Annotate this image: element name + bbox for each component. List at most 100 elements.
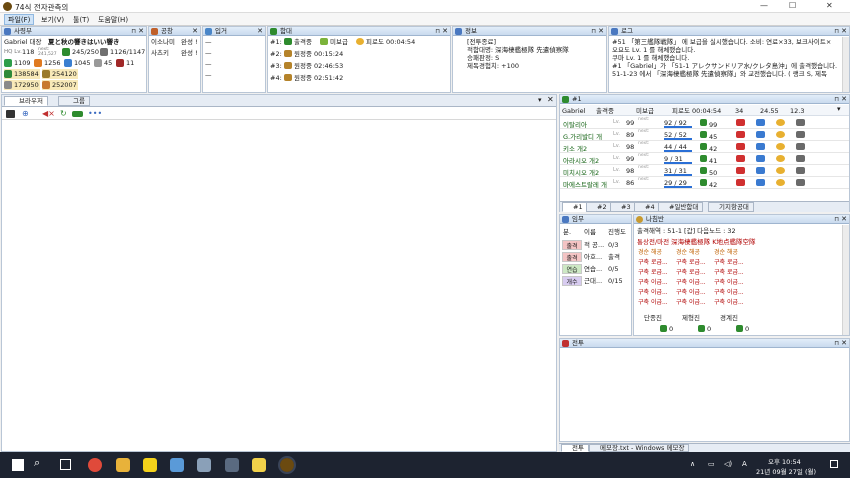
game-app-icon[interactable] [197, 458, 211, 472]
equip-slot-icon[interactable] [736, 119, 745, 126]
fleet-tab-3[interactable]: #3 [610, 202, 636, 212]
menu-view[interactable]: 보기(V) [38, 15, 67, 25]
notepad-icon[interactable] [170, 458, 184, 472]
sticky-notes-icon[interactable] [252, 458, 266, 472]
close-icon[interactable]: ✕ [442, 27, 448, 36]
factory-panel: 공창 ✕ 이소나미 완성 ! 사츠키 완성 ! [148, 26, 201, 93]
clock-date[interactable]: 21년 09월 27일 (월) [756, 466, 816, 476]
menu-file[interactable]: 파일(F) [4, 14, 35, 25]
close-icon[interactable]: ✕ [598, 27, 604, 36]
zoom-icon[interactable]: ⊕ [22, 109, 29, 118]
more-icon[interactable]: ••• [88, 109, 102, 118]
equip-slot-icon[interactable] [756, 179, 765, 186]
equip-slot-icon[interactable] [736, 131, 745, 138]
minimize-button[interactable]: — [760, 1, 768, 10]
pin-icon[interactable]: ⊓ [591, 27, 596, 36]
equip-slot-icon[interactable] [796, 167, 805, 174]
equip-slot-icon[interactable] [756, 155, 765, 162]
screenshot-icon[interactable] [6, 110, 15, 118]
pin-icon[interactable]: ⊓ [131, 27, 136, 36]
fleet-tab-2[interactable]: #2 [586, 202, 612, 212]
close-icon[interactable]: ✕ [257, 27, 263, 36]
quest-icon [562, 216, 569, 223]
quest-name[interactable]: 아호... [584, 253, 602, 261]
enemy-ship-name: 구축 이급... [676, 279, 706, 286]
pin-icon[interactable]: ⊓ [834, 215, 839, 224]
close-icon[interactable]: ✕ [841, 27, 847, 36]
quest-name[interactable]: 근대... [584, 277, 602, 285]
pin-icon[interactable]: ⊓ [834, 95, 839, 104]
menu-help[interactable]: 도움말(H) [95, 15, 131, 25]
mute-icon[interactable]: ◀× [42, 109, 55, 118]
equip-slot-icon[interactable] [756, 167, 765, 174]
equip-slot-icon[interactable] [776, 119, 785, 126]
close-icon[interactable]: ✕ [841, 95, 847, 104]
equip-slot-icon[interactable] [756, 143, 765, 150]
equip-slot-icon[interactable] [796, 143, 805, 150]
equip-slot-icon[interactable] [736, 179, 745, 186]
refresh-icon[interactable]: ↻ [60, 109, 67, 118]
fleet-detail-panel: #1 ⊓ ✕ Gabriel 출격중 미보급 피로도 00:04:54 34 2… [559, 94, 850, 212]
quest-name[interactable]: 연습... [584, 265, 602, 273]
ime-icon[interactable]: A [742, 460, 747, 468]
tab-battle[interactable]: 전투 [561, 444, 589, 452]
log-scrollbar[interactable] [842, 37, 849, 92]
quest-name[interactable]: 적 공... [584, 241, 604, 249]
clock-time[interactable]: 오후 10:54 [768, 456, 801, 466]
tab-group[interactable]: 그룹 [58, 96, 90, 106]
volume-icon[interactable]: ◁) [724, 460, 732, 468]
equip-slot-icon[interactable] [776, 167, 785, 174]
equip-slot-icon[interactable] [756, 119, 765, 126]
close-icon[interactable]: ✕ [138, 27, 144, 36]
windows-start-icon[interactable] [12, 459, 24, 471]
equip-slot-icon[interactable] [736, 167, 745, 174]
maximize-button[interactable]: ☐ [789, 1, 796, 10]
fleet-tab-general[interactable]: #일반함대 [658, 202, 704, 212]
calculator-icon[interactable] [225, 458, 239, 472]
equip-slot-icon[interactable] [776, 179, 785, 186]
equip-slot-icon[interactable] [776, 143, 785, 150]
chrome-icon[interactable] [88, 458, 102, 472]
ship-row[interactable]: 아라시오 개2 Lv. 99 next: 9 / 31 41 [560, 153, 849, 165]
equip-slot-icon[interactable] [796, 155, 805, 162]
equip-slot-icon[interactable] [796, 179, 805, 186]
fleet-tab-1[interactable]: #1 [562, 202, 588, 212]
tray-up-icon[interactable]: ∧ [690, 460, 695, 468]
tab-dropdown-icon[interactable]: ▾ [538, 96, 542, 104]
tab-browser[interactable]: 브라우저 [4, 96, 48, 106]
ship-row[interactable]: 마에스트랄레 개 Lv. 86 next: 29 / 29 42 [560, 177, 849, 189]
ship-row[interactable]: 이탈리아 Lv. 99 next: 92 / 92 99 [560, 117, 849, 129]
search-icon[interactable]: ⌕ [34, 456, 40, 470]
tab-notepad[interactable]: 메모장.txt - Windows 메모장 [589, 444, 690, 452]
fleet-tab-4[interactable]: #4 [634, 202, 660, 212]
equip-slot-icon[interactable] [776, 131, 785, 138]
menu-tools[interactable]: 툴(T) [70, 15, 92, 25]
equip-slot-icon[interactable] [756, 131, 765, 138]
close-icon[interactable]: ✕ [841, 215, 847, 224]
compass-scrollbar[interactable] [842, 225, 849, 335]
network-icon[interactable]: ▭ [708, 460, 715, 468]
ship-row[interactable]: 키소 개2 Lv. 98 next: 44 / 44 42 [560, 141, 849, 153]
equip-slot-icon[interactable] [736, 155, 745, 162]
equip-slot-icon[interactable] [776, 155, 785, 162]
close-icon[interactable]: ✕ [192, 27, 198, 36]
equip-slot-icon[interactable] [796, 119, 805, 126]
pin-icon[interactable]: ⊓ [435, 27, 440, 36]
file-explorer-icon[interactable] [116, 458, 130, 472]
close-icon[interactable]: ✕ [547, 95, 554, 104]
close-icon[interactable]: ✕ [841, 339, 847, 348]
fleet-tab-base-air[interactable]: 기지항공대 [708, 202, 754, 212]
electronic-observer-icon[interactable] [278, 456, 296, 474]
equip-slot-icon[interactable] [796, 131, 805, 138]
kakaotalk-icon[interactable] [143, 458, 157, 472]
close-button[interactable]: ✕ [826, 1, 833, 10]
equip-slot-icon[interactable] [736, 143, 745, 150]
navigate-icon[interactable] [72, 111, 83, 117]
ship-row[interactable]: 미치시오 개2 Lv. 98 next: 31 / 31 50 [560, 165, 849, 177]
task-view-icon[interactable] [60, 459, 71, 470]
fleet-dropdown-icon[interactable]: ▾ [837, 105, 841, 113]
pin-icon[interactable]: ⊓ [834, 339, 839, 348]
ship-row[interactable]: G.가리발디 개 Lv. 89 next: 52 / 52 45 [560, 129, 849, 141]
pin-icon[interactable]: ⊓ [834, 27, 839, 36]
notification-icon[interactable] [830, 460, 838, 468]
